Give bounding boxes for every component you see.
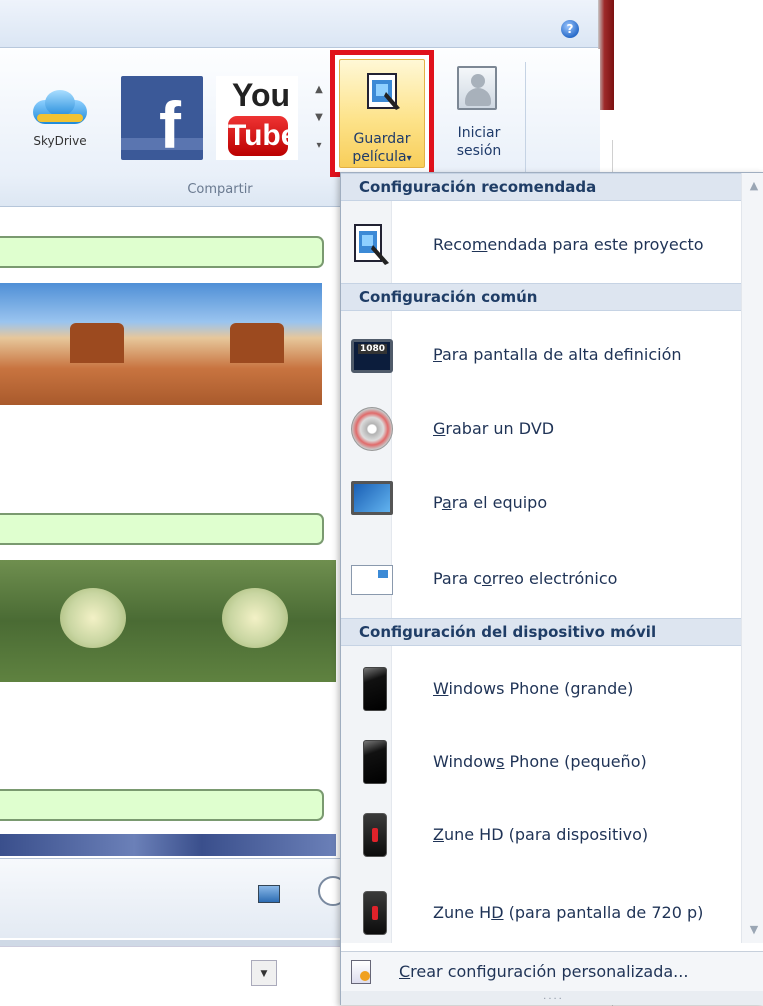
menu-item-burn-dvd[interactable]: Grabar un DVD [341, 395, 741, 463]
menu-item-label: Para pantalla de alta definición [433, 345, 682, 364]
menu-item-windows-phone-large[interactable]: Windows Phone (grande) [341, 655, 741, 723]
youtube-icon: Tube [228, 116, 297, 156]
windows-phone-icon [363, 740, 387, 784]
custom-settings-icon [351, 960, 371, 984]
lower-pane [0, 946, 340, 1006]
menu-item-label: Zune HD (para pantalla de 720 p) [433, 903, 704, 922]
menu-item-hd-display[interactable]: 1080 Para pantalla de alta definición [341, 321, 741, 389]
zune-icon [363, 813, 387, 857]
skydrive-button[interactable]: SkyDrive [20, 78, 100, 158]
hd-monitor-icon: 1080 [351, 339, 393, 373]
facebook-button[interactable]: f [121, 76, 203, 160]
timeline-strip[interactable] [0, 834, 336, 856]
youtube-button[interactable]: You Tube [216, 76, 298, 160]
menu-item-label: Recomendada para este proyecto [433, 235, 704, 254]
desert-clip[interactable] [0, 283, 322, 405]
zune-icon [363, 891, 387, 935]
caption-bar[interactable] [0, 789, 324, 821]
section-common: Configuración común [341, 283, 741, 311]
facebook-icon: f [159, 88, 181, 162]
windows-phone-icon [363, 667, 387, 711]
section-recommended: Configuración recomendada [341, 173, 741, 201]
email-icon [351, 565, 393, 595]
menu-item-label: Zune HD (para dispositivo) [433, 825, 649, 844]
monitor-icon[interactable] [258, 885, 280, 903]
scroll-down-icon[interactable]: ▼ [742, 917, 763, 943]
menu-item-computer[interactable]: Para el equipo [341, 469, 741, 537]
gallery-scroll[interactable]: ▲ ▼ ▾ [312, 76, 326, 160]
computer-icon [351, 481, 393, 515]
youtube-icon-top: You [232, 77, 291, 113]
save-movie-highlight: Guardar película▾ [330, 50, 434, 177]
gallery-down-icon[interactable]: ▼ [312, 104, 326, 132]
help-icon[interactable]: ? [561, 20, 579, 38]
combo-dropdown-icon[interactable]: ▼ [251, 960, 277, 986]
menu-item-label: Windows Phone (pequeño) [433, 752, 647, 771]
window-edge [598, 0, 614, 110]
menu-item-label: Para el equipo [433, 493, 548, 512]
menu-item-label: Windows Phone (grande) [433, 679, 634, 698]
share-group-label: Compartir [187, 182, 253, 197]
skydrive-label: SkyDrive [33, 134, 87, 148]
save-movie-button[interactable]: Guardar película▾ [339, 59, 425, 168]
menu-item-zune-device[interactable]: Zune HD (para dispositivo) [341, 801, 741, 869]
hydrangea-clip[interactable] [0, 560, 336, 682]
menu-item-email[interactable]: Para correo electrónico [341, 545, 741, 613]
menu-item-label: Crear configuración personalizada... [399, 962, 689, 981]
resize-grip[interactable]: .... [341, 991, 763, 1005]
user-icon [457, 66, 497, 110]
menu-item-zune-720p[interactable]: Zune HD (para pantalla de 720 p) [341, 879, 741, 947]
recommended-icon [354, 224, 389, 265]
scroll-up-icon[interactable]: ▲ [742, 173, 763, 199]
caption-bar[interactable] [0, 236, 324, 268]
menu-item-windows-phone-small[interactable]: Windows Phone (pequeño) [341, 728, 741, 796]
status-bar [0, 858, 340, 938]
menu-item-recommended[interactable]: Recomendada para este proyecto [341, 211, 741, 279]
title-bar [0, 0, 612, 48]
gallery-more-icon[interactable]: ▾ [312, 132, 326, 160]
sign-in-button[interactable]: Iniciar sesión [447, 62, 515, 172]
menu-item-custom-settings[interactable]: Crear configuración personalizada... [341, 951, 763, 991]
section-mobile: Configuración del dispositivo móvil [341, 618, 741, 646]
menu-item-label: Para correo electrónico [433, 569, 618, 588]
gallery-up-icon[interactable]: ▲ [312, 76, 326, 104]
skydrive-icon [27, 86, 93, 130]
dvd-icon [351, 407, 393, 451]
save-movie-menu: ▲ ▼ Configuración recomendada Recomendad… [340, 172, 763, 1005]
caption-bar[interactable] [0, 513, 324, 545]
save-movie-icon [367, 73, 400, 110]
sign-in-label: Iniciar sesión [456, 125, 502, 159]
menu-item-label: Grabar un DVD [433, 419, 555, 438]
save-movie-label: Guardar película▾ [352, 131, 412, 165]
menu-scrollbar[interactable]: ▲ ▼ [741, 173, 763, 943]
